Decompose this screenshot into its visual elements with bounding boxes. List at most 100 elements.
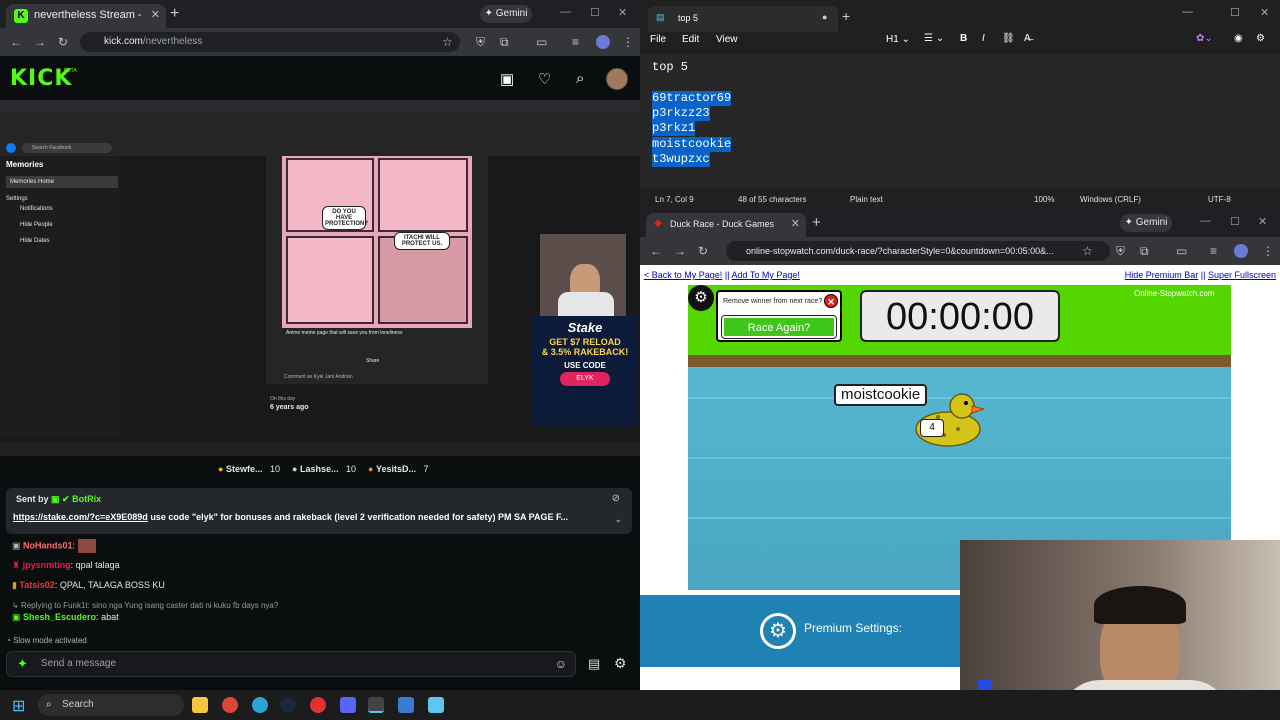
minimize-icon[interactable]: —	[1182, 6, 1193, 18]
shield-icon[interactable]: ⛨	[1116, 244, 1125, 259]
menu-edit[interactable]: Edit	[682, 34, 699, 45]
chat-username[interactable]: jpysnmting	[23, 560, 71, 570]
calculator-icon[interactable]	[398, 697, 414, 713]
close-window-icon[interactable]: ✕	[618, 6, 627, 19]
chat-username[interactable]: Shesh_Escudero	[23, 612, 96, 622]
new-tab-icon[interactable]: +	[170, 5, 179, 23]
account-icon[interactable]: ◉	[1234, 33, 1243, 44]
menu-icon[interactable]: ⋮	[1262, 244, 1274, 258]
copilot-icon[interactable]: ✿⌄	[1196, 33, 1213, 44]
chat-text: qpal talaga	[75, 560, 120, 570]
search-icon[interactable]: ⌕	[576, 70, 584, 87]
unsaved-dot-icon[interactable]: ●	[822, 12, 827, 22]
close-window-icon[interactable]: ✕	[1258, 215, 1267, 228]
maximize-icon[interactable]: ☐	[590, 6, 600, 19]
playlist-icon[interactable]: ≡	[1210, 244, 1217, 258]
playlist-icon[interactable]: ≡	[572, 35, 579, 49]
back-to-page-link[interactable]: < Back to My Page!	[644, 270, 722, 280]
remove-winner-panel: Remove winner from next race? ✕ Race Aga…	[716, 290, 842, 342]
notepad-editor[interactable]: top 5 69tractor69 p3rkzz23 p3rkz1 moistc…	[640, 54, 1280, 188]
maximize-icon[interactable]: ☐	[1230, 6, 1240, 19]
browser-tab-duck-race[interactable]: ◆ Duck Race - Duck Games ✕	[646, 213, 806, 237]
extensions-icon[interactable]: ⧉	[500, 35, 509, 50]
close-tab-icon[interactable]: ✕	[151, 8, 160, 21]
chevron-down-icon[interactable]: ⌄	[614, 514, 622, 525]
notepad-tab[interactable]: ▤ top 5 ●	[648, 6, 838, 32]
forward-icon[interactable]: →	[34, 35, 46, 49]
bold-icon[interactable]: B	[960, 33, 967, 44]
url-field[interactable]: kick.com/nevertheless	[80, 32, 460, 52]
chat-text: abat	[101, 612, 119, 622]
sidebar-item-notifications: Notifications	[20, 206, 53, 212]
user-avatar[interactable]	[606, 68, 628, 90]
bot-name[interactable]: BotRix	[72, 494, 101, 504]
heading-dropdown[interactable]: H1 ⌄	[886, 34, 910, 45]
gemini-button[interactable]: ✦ Gemini	[1120, 214, 1172, 232]
edge-icon[interactable]	[252, 697, 268, 713]
settings-gear-icon[interactable]: ⚙	[1256, 33, 1265, 44]
stream-video[interactable]: Search Facebook Memories Memories Home S…	[0, 100, 640, 456]
discord-icon[interactable]	[340, 697, 356, 713]
menu-view[interactable]: View	[716, 34, 738, 45]
taskbar-search[interactable]: ⌕ Search	[38, 694, 184, 716]
emoji-icon[interactable]: ☺	[555, 657, 567, 671]
list-icon[interactable]: ☰ ⌄	[924, 33, 944, 44]
chat-username[interactable]: NoHands01	[23, 540, 73, 550]
clear-format-icon[interactable]: A̶	[1024, 33, 1031, 44]
cast-icon[interactable]: ▭	[536, 35, 547, 49]
link-icon[interactable]: ⛓	[1002, 33, 1015, 44]
extensions-icon[interactable]: ⧉	[1140, 244, 1149, 259]
shield-icon[interactable]: ⛨	[476, 35, 485, 50]
browse-icon[interactable]: ▣	[500, 70, 514, 88]
leader-3[interactable]: ● YesitsD... 7	[368, 464, 429, 474]
bookmark-star-icon[interactable]: ☆	[1082, 244, 1093, 258]
file-explorer-icon[interactable]	[192, 697, 208, 713]
cast-icon[interactable]: ▭	[1176, 244, 1187, 258]
menu-icon[interactable]: ⋮	[622, 35, 634, 49]
chat-username[interactable]: Tatsis02	[19, 580, 54, 590]
back-icon[interactable]: ←	[10, 35, 22, 49]
race-again-button[interactable]: Race Again?	[721, 315, 837, 339]
chrome-icon[interactable]	[222, 697, 238, 713]
minimize-icon[interactable]: —	[560, 6, 571, 18]
gear-icon[interactable]: ⚙	[614, 655, 627, 672]
super-fullscreen-link[interactable]: Super Fullscreen	[1208, 270, 1276, 280]
stake-link[interactable]: https://stake.com/?c=eX9E089d	[13, 512, 148, 522]
back-icon[interactable]: ←	[650, 244, 662, 258]
reload-icon[interactable]: ↻	[58, 35, 68, 49]
browser-tab-kick[interactable]: K nevertheless Stream - Watch Li ✕	[6, 4, 166, 28]
hide-premium-bar-link[interactable]: Hide Premium Bar	[1125, 270, 1199, 280]
close-window-icon[interactable]: ✕	[1260, 6, 1269, 19]
heart-icon[interactable]: ♡	[538, 70, 551, 88]
unpin-icon[interactable]: ⊘	[612, 493, 620, 504]
add-to-page-link[interactable]: Add To My Page!	[732, 270, 800, 280]
url-field[interactable]: online-stopwatch.com/duck-race/?characte…	[726, 241, 1110, 261]
windows-start-icon[interactable]: ⊞	[12, 696, 25, 716]
close-tab-icon[interactable]: ✕	[791, 217, 800, 230]
chat-input[interactable]: ✦ Send a message ☺	[6, 651, 576, 677]
new-tab-icon[interactable]: +	[842, 8, 850, 24]
gemini-button[interactable]: ✦ Gemini	[480, 5, 532, 23]
settings-gear-icon[interactable]: ⚙	[688, 285, 714, 311]
new-tab-icon[interactable]: +	[812, 214, 821, 231]
profile-avatar[interactable]	[596, 35, 610, 49]
app-icon[interactable]	[310, 697, 326, 713]
menu-file[interactable]: File	[650, 34, 666, 45]
italic-icon[interactable]: I	[982, 33, 985, 44]
maximize-icon[interactable]: ☐	[1230, 215, 1240, 228]
bookmark-star-icon[interactable]: ☆	[442, 35, 453, 49]
obs-icon[interactable]	[368, 697, 384, 713]
forward-icon[interactable]: →	[674, 244, 686, 258]
minimize-icon[interactable]: —	[1200, 215, 1211, 227]
remove-winner-toggle-icon[interactable]: ✕	[824, 294, 838, 308]
reload-icon[interactable]: ↻	[698, 244, 708, 258]
shop-icon[interactable]: ▤	[588, 656, 600, 672]
leader-1[interactable]: ● Stewfe... 10	[218, 464, 280, 474]
leader-2[interactable]: ● Lashse... 10	[292, 464, 356, 474]
steam-icon[interactable]	[280, 697, 296, 713]
premium-settings-label[interactable]: Premium Settings:	[804, 621, 902, 635]
profile-avatar[interactable]	[1234, 244, 1248, 258]
sent-by-label: Sent by	[16, 494, 49, 504]
notepad-taskbar-icon[interactable]	[428, 697, 444, 713]
premium-gear-icon[interactable]: ⚙	[760, 613, 796, 649]
